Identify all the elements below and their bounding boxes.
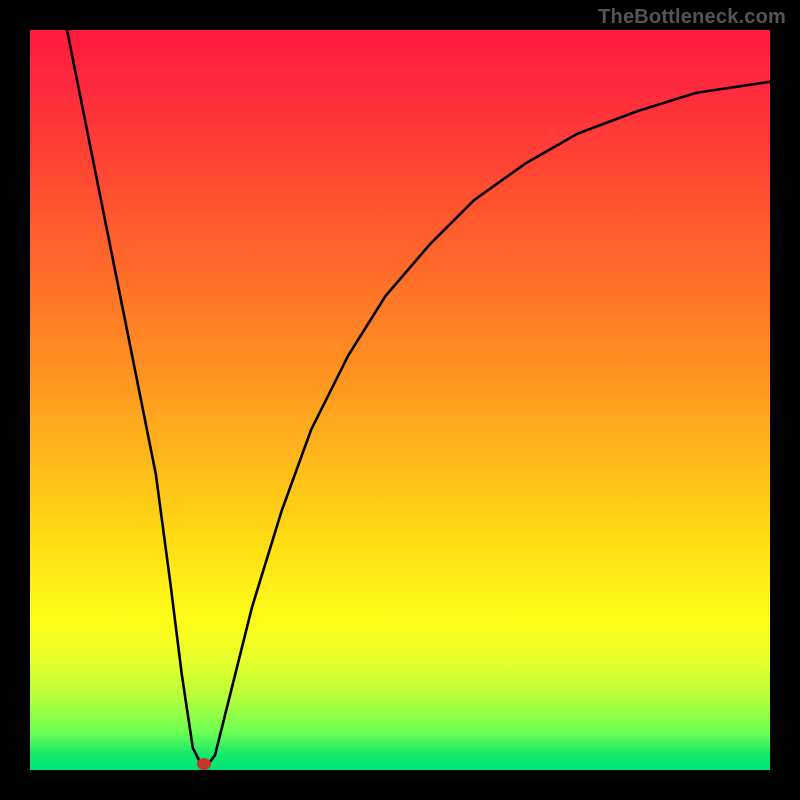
plot-area <box>30 30 770 770</box>
optimal-point-marker <box>197 758 211 770</box>
bottleneck-curve <box>30 30 770 770</box>
chart-frame: TheBottleneck.com <box>0 0 800 800</box>
watermark-text: TheBottleneck.com <box>598 6 786 29</box>
